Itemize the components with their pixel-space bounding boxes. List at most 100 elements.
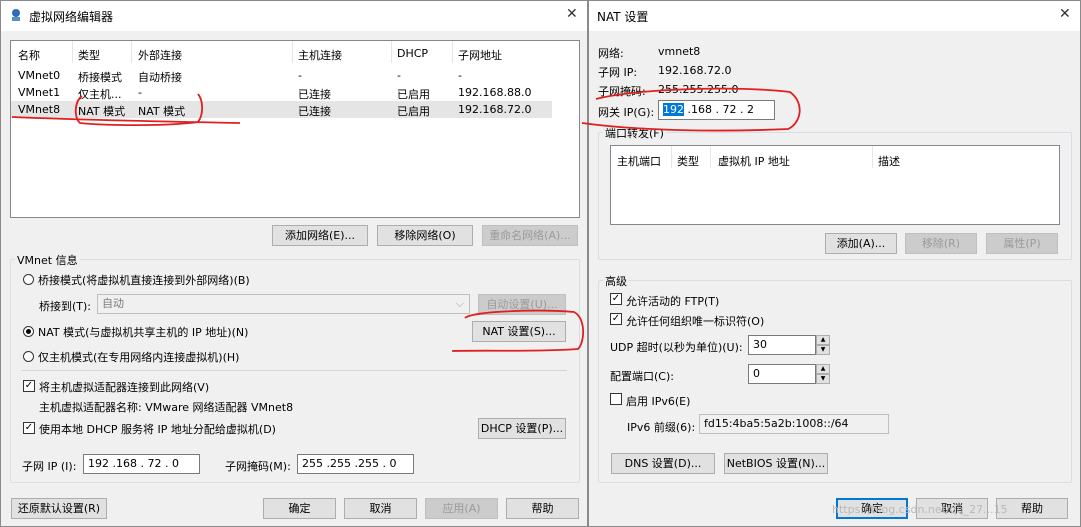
netbios-settings-button[interactable]: NetBIOS 设置(N)... <box>724 453 828 474</box>
vmware-app-icon <box>9 8 23 22</box>
ok-button[interactable]: 确定 <box>263 498 336 519</box>
column-header[interactable]: 名称 <box>18 47 40 63</box>
column-divider <box>872 146 873 168</box>
column-divider <box>452 41 453 63</box>
connect-adapter-label[interactable]: 将主机虚拟适配器连接到此网络(V) <box>39 379 209 395</box>
add-network-button[interactable]: 添加网络(E)... <box>272 225 368 246</box>
window-title: 虚拟网络编辑器 <box>29 10 114 24</box>
port-forwarding-label: 端口转发(F) <box>603 125 666 141</box>
vmnet-info-group <box>10 259 580 483</box>
table-cell: 桥接模式 <box>78 71 122 84</box>
table-cell: 已启用 <box>397 88 430 101</box>
nat-title-bar: NAT 设置 ✕ <box>589 1 1080 31</box>
bridged-to-value: 自动 <box>102 297 124 310</box>
dns-settings-button[interactable]: DNS 设置(D)... <box>611 453 715 474</box>
ipv6-prefix-field[interactable]: fd15:4ba5:5a2b:1008::/64 <box>699 414 889 434</box>
udp-timeout-up-icon[interactable]: ▲ <box>816 335 830 345</box>
connect-adapter-checkbox[interactable]: ✓ <box>23 380 35 392</box>
table-cell: VMnet0 <box>18 69 61 82</box>
use-dhcp-label[interactable]: 使用本地 DHCP 服务将 IP 地址分配给虚拟机(D) <box>39 421 276 437</box>
help-button[interactable]: 帮助 <box>506 498 579 519</box>
table-cell: 已连接 <box>298 88 331 101</box>
table-cell: - <box>138 86 142 99</box>
column-divider <box>671 146 672 168</box>
column-header[interactable]: 主机端口 <box>617 153 661 169</box>
virtual-network-editor-window: 虚拟网络编辑器 ✕ 名称 类型 外部连接 主机连接 DHCP 子网地址 VMne… <box>0 0 588 527</box>
auto-settings-button[interactable]: 自动设置(U)... <box>478 294 566 315</box>
close-icon[interactable]: ✕ <box>566 6 578 22</box>
column-header[interactable]: 类型 <box>78 47 100 63</box>
chevron-down-icon: ⌵ <box>455 297 464 310</box>
subnet-ip-field[interactable]: 192 .168 . 72 . 0 <box>83 454 200 474</box>
vmnet-info-label: VMnet 信息 <box>15 252 80 268</box>
table-cell: - <box>397 69 401 82</box>
bridge-mode-label[interactable]: 桥接模式(将虚拟机直接连接到外部网络)(B) <box>38 272 250 288</box>
add-port-button[interactable]: 添加(A)... <box>825 233 897 254</box>
subnet-ip-value: 192.168.72.0 <box>658 64 732 77</box>
column-header[interactable]: 描述 <box>878 153 900 169</box>
config-port-down-icon[interactable]: ▼ <box>816 374 830 384</box>
bridge-mode-radio[interactable] <box>23 274 34 285</box>
udp-timeout-down-icon[interactable]: ▼ <box>816 345 830 355</box>
allow-ftp-label[interactable]: 允许活动的 FTP(T) <box>626 293 719 309</box>
remove-network-button[interactable]: 移除网络(O) <box>377 225 473 246</box>
column-header[interactable]: 外部连接 <box>138 47 182 63</box>
nat-settings-button[interactable]: NAT 设置(S)... <box>472 321 566 342</box>
close-icon[interactable]: ✕ <box>1059 6 1071 22</box>
gateway-ip-rest: .168 . 72 . 2 <box>684 103 754 116</box>
column-divider <box>72 41 73 63</box>
table-cell: NAT 模式 <box>138 105 186 118</box>
table-row-selected[interactable]: VMnet8 NAT 模式 NAT 模式 已连接 已启用 192.168.72.… <box>11 101 552 118</box>
port-properties-button[interactable]: 属性(P) <box>986 233 1058 254</box>
nat-settings-window: NAT 设置 ✕ 网络: vmnet8 子网 IP: 192.168.72.0 … <box>588 0 1081 527</box>
table-cell: 192.168.72.0 <box>458 103 532 116</box>
column-header[interactable]: DHCP <box>397 47 428 60</box>
subnet-ip-label: 子网 IP: <box>598 66 638 79</box>
allow-uuid-label[interactable]: 允许任何组织唯一标识符(O) <box>626 313 764 329</box>
column-header[interactable]: 主机连接 <box>298 47 342 63</box>
enable-ipv6-label[interactable]: 启用 IPv6(E) <box>626 393 690 409</box>
subnet-mask-field[interactable]: 255 .255 .255 . 0 <box>297 454 414 474</box>
remove-port-button[interactable]: 移除(R) <box>905 233 977 254</box>
table-cell: NAT 模式 <box>78 105 126 118</box>
table-cell: VMnet8 <box>18 103 61 116</box>
port-forwarding-table: 主机端口 类型 虚拟机 IP 地址 描述 <box>610 145 1060 225</box>
bridged-to-select[interactable]: 自动 ⌵ <box>97 294 470 314</box>
table-row[interactable]: VMnet0 桥接模式 自动桥接 - - - <box>11 67 579 84</box>
dhcp-settings-button[interactable]: DHCP 设置(P)... <box>478 418 566 439</box>
apply-button[interactable]: 应用(A) <box>425 498 498 519</box>
column-header[interactable]: 类型 <box>677 153 699 169</box>
use-dhcp-checkbox[interactable]: ✓ <box>23 422 35 434</box>
udp-timeout-field[interactable]: 30 <box>748 335 816 355</box>
config-port-field[interactable]: 0 <box>748 364 816 384</box>
column-divider <box>131 41 132 63</box>
table-cell: - <box>458 69 462 82</box>
enable-ipv6-checkbox[interactable] <box>610 393 622 405</box>
ipv6-prefix-label: IPv6 前缀(6): <box>627 421 696 434</box>
host-only-mode-label[interactable]: 仅主机模式(在专用网络内连接虚拟机)(H) <box>38 349 239 365</box>
divider <box>21 370 567 371</box>
allow-ftp-checkbox[interactable]: ✓ <box>610 293 622 305</box>
adapter-name-text: 主机虚拟适配器名称: VMware 网络适配器 VMnet8 <box>39 401 294 414</box>
network-table: 名称 类型 外部连接 主机连接 DHCP 子网地址 VMnet0 桥接模式 自动… <box>10 40 580 218</box>
table-cell: 已连接 <box>298 105 331 118</box>
cancel-button[interactable]: 取消 <box>344 498 417 519</box>
network-label: 网络: <box>598 47 624 60</box>
column-header[interactable]: 子网地址 <box>458 47 502 63</box>
config-port-label: 配置端口(C): <box>610 370 674 383</box>
gateway-ip-field[interactable]: 192 .168 . 72 . 2 <box>658 100 775 120</box>
allow-uuid-checkbox[interactable]: ✓ <box>610 313 622 325</box>
table-row[interactable]: VMnet1 仅主机... - 已连接 已启用 192.168.88.0 <box>11 84 579 101</box>
table-cell: VMnet1 <box>18 86 61 99</box>
rename-network-button[interactable]: 重命名网络(A)... <box>482 225 578 246</box>
advanced-label: 高级 <box>603 273 629 289</box>
watermark-text: https://blog.csdn.net/qq_27...15 <box>832 503 1008 516</box>
column-header[interactable]: 虚拟机 IP 地址 <box>718 153 790 169</box>
nat-mode-radio[interactable] <box>23 326 34 337</box>
table-cell: 自动桥接 <box>138 71 182 84</box>
config-port-up-icon[interactable]: ▲ <box>816 364 830 374</box>
nat-mode-label[interactable]: NAT 模式(与虚拟机共享主机的 IP 地址)(N) <box>38 324 248 340</box>
restore-defaults-button[interactable]: 还原默认设置(R) <box>11 498 107 519</box>
subnet-mask-value: 255.255.255.0 <box>658 83 739 96</box>
host-only-mode-radio[interactable] <box>23 351 34 362</box>
